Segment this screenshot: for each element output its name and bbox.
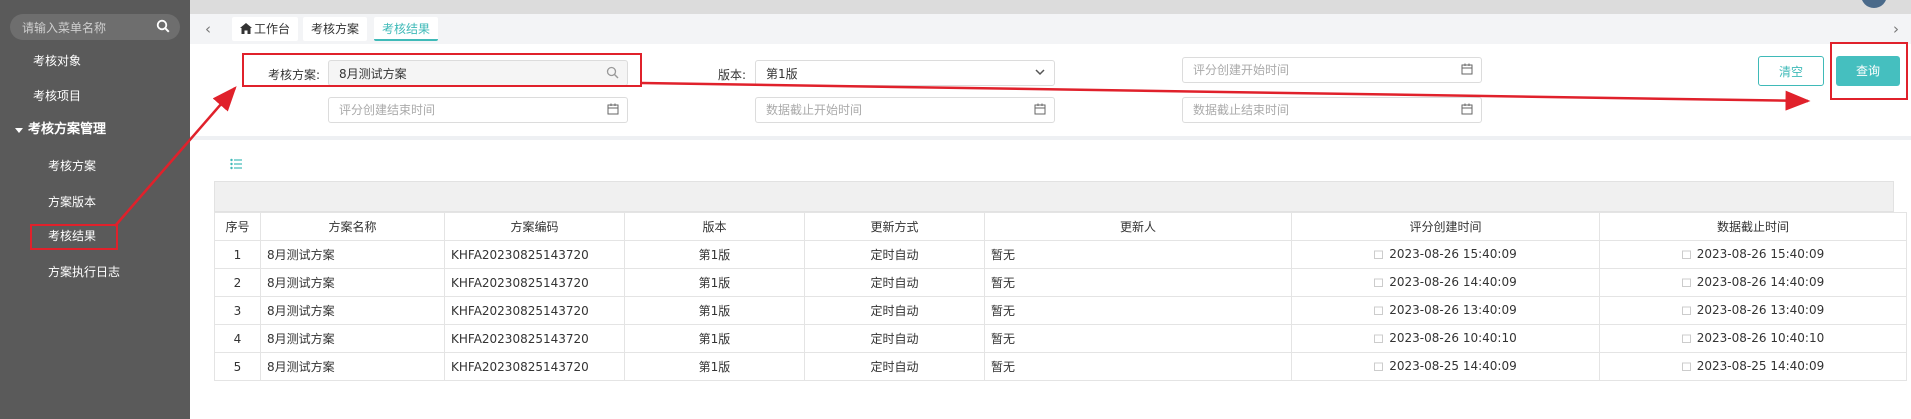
annotation-arrows: [114, 81, 1811, 227]
